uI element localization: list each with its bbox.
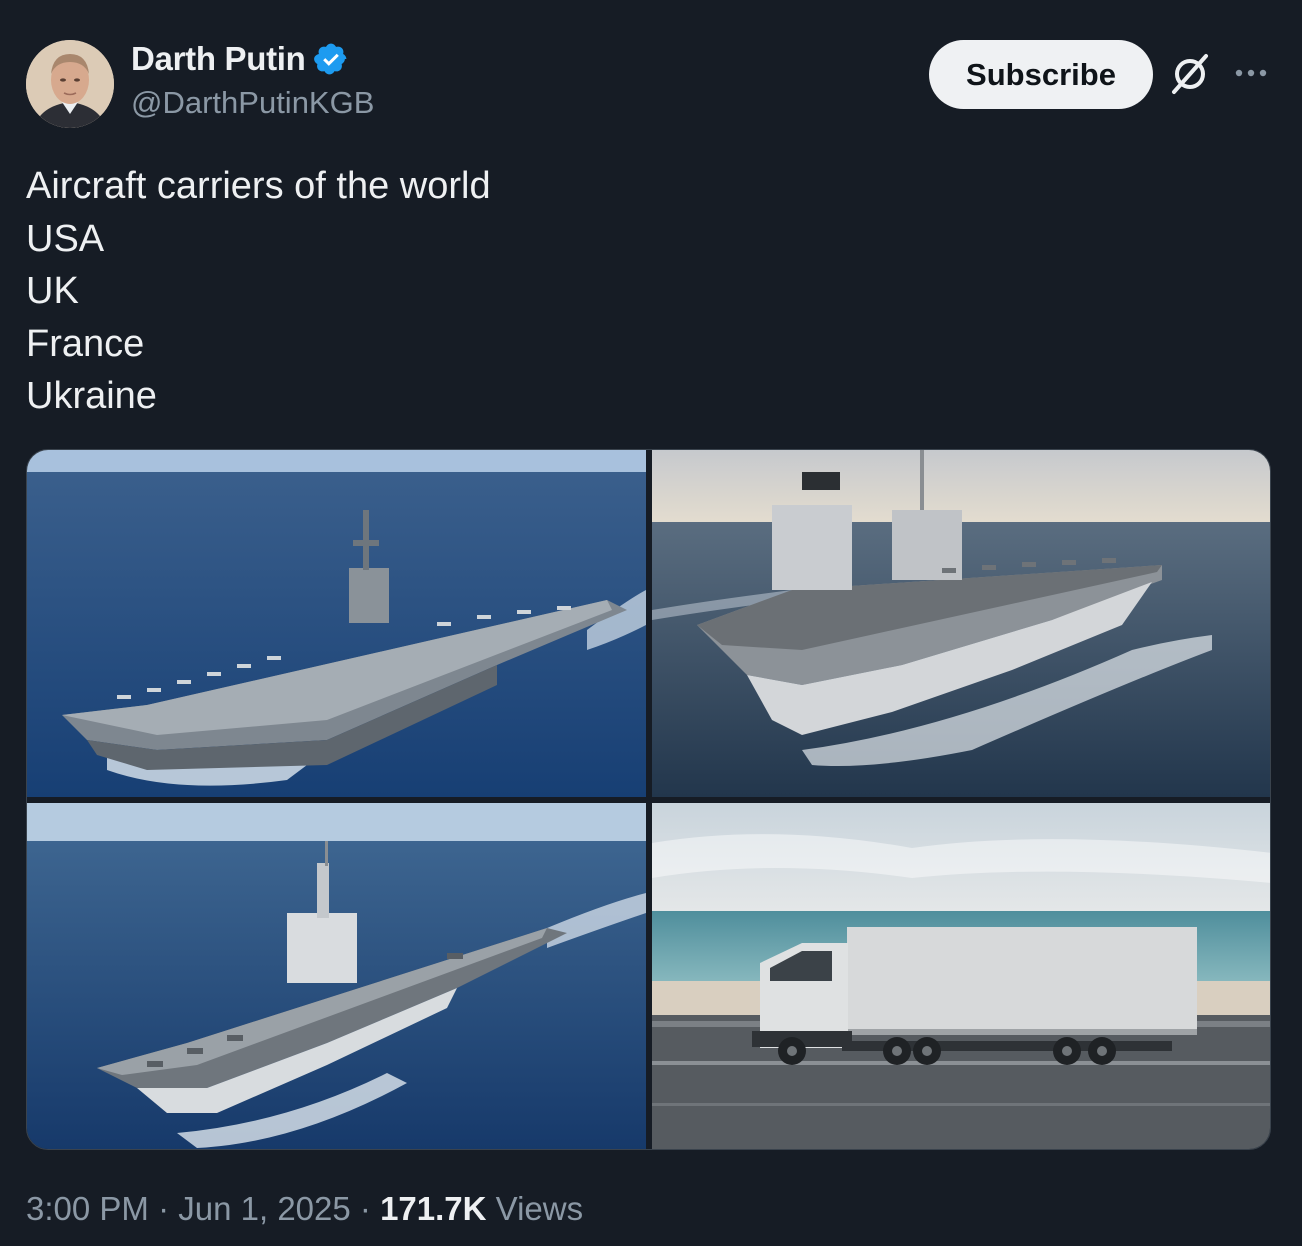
author-name-row: Darth Putin bbox=[131, 40, 349, 78]
author-avatar[interactable] bbox=[26, 40, 114, 128]
tweet-text: Aircraft carriers of the world USA UK Fr… bbox=[26, 160, 491, 423]
grok-icon[interactable] bbox=[1166, 50, 1214, 98]
carrier-photo-image bbox=[27, 450, 646, 797]
tweet-line: France bbox=[26, 322, 145, 365]
tweet-time[interactable]: 3:00 PM bbox=[26, 1190, 149, 1227]
media-photo-ukraine-truck[interactable] bbox=[652, 803, 1270, 1149]
media-photo-usa-carrier[interactable] bbox=[27, 450, 646, 797]
media-grid bbox=[26, 449, 1271, 1150]
tweet-date[interactable]: Jun 1, 2025 bbox=[178, 1190, 350, 1227]
views-label: Views bbox=[495, 1190, 584, 1227]
tweet-meta: 3:00 PM · Jun 1, 2025 · 171.7K Views bbox=[26, 1190, 583, 1228]
tweet-line: USA bbox=[26, 217, 105, 260]
media-photo-france-carrier[interactable] bbox=[27, 803, 646, 1149]
subscribe-button[interactable]: Subscribe bbox=[929, 40, 1153, 109]
author-handle[interactable]: @DarthPutinKGB bbox=[131, 85, 374, 121]
truck-photo-image bbox=[652, 803, 1270, 1149]
author-name[interactable]: Darth Putin bbox=[131, 40, 306, 78]
tweet-line: Aircraft carriers of the world bbox=[26, 165, 491, 207]
carrier-photo-image bbox=[27, 803, 646, 1149]
tweet-line: Ukraine bbox=[26, 375, 157, 417]
avatar-image bbox=[26, 40, 114, 128]
separator: · bbox=[158, 1190, 170, 1227]
media-photo-uk-carrier[interactable] bbox=[652, 450, 1270, 797]
carrier-photo-image bbox=[652, 450, 1270, 797]
views-count[interactable]: 171.7K bbox=[380, 1190, 486, 1227]
separator: · bbox=[359, 1190, 371, 1227]
tweet-line: UK bbox=[26, 270, 79, 312]
more-options-icon[interactable] bbox=[1226, 58, 1276, 88]
verified-badge-icon[interactable] bbox=[313, 41, 349, 77]
